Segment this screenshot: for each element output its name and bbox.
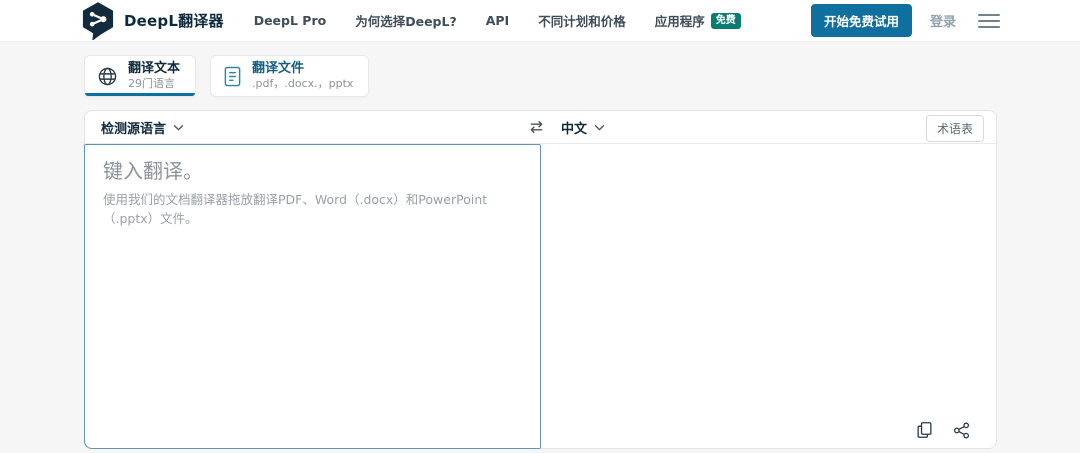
brand-title: DeepL翻译器 [124, 10, 224, 31]
source-language-selector[interactable]: 检测源语言 [101, 118, 184, 137]
share-icon[interactable] [953, 421, 970, 439]
nav-item-apps[interactable]: 应用程序 免费 [655, 11, 741, 30]
input-placeholder-hint: 使用我们的文档翻译器拖放翻译PDF、Word（.docx）和PowerPoint… [103, 191, 522, 229]
target-language-label: 中文 [561, 118, 587, 137]
mode-tabs: 翻译文本 29门语言 翻译文件 .pdf，.docx.，pptx [84, 55, 369, 97]
free-badge: 免费 [711, 13, 741, 29]
input-placeholder-title: 键入翻译。 [103, 158, 522, 184]
deepl-logo-icon [80, 2, 116, 40]
nav-item-apps-label: 应用程序 [655, 11, 705, 30]
center-language-group: 中文 [529, 118, 605, 137]
deepl-logo[interactable]: DeepL翻译器 [80, 2, 224, 40]
nav-item-pricing[interactable]: 不同计划和价格 [538, 11, 626, 30]
hamburger-menu-icon[interactable] [978, 11, 1000, 31]
output-actions [916, 421, 970, 439]
chevron-down-icon [594, 124, 605, 131]
glossary-button[interactable]: 术语表 [926, 115, 984, 142]
translation-output [541, 144, 996, 448]
tab-translate-text-subtitle: 29门语言 [128, 77, 180, 91]
translator-card: 检测源语言 中文 术语表 键入翻译。 使用我们的文档翻 [84, 110, 997, 449]
tab-translate-text-title: 翻译文本 [128, 61, 180, 77]
copy-icon[interactable] [916, 421, 933, 439]
target-language-selector[interactable]: 中文 [561, 118, 605, 137]
nav-item-deepl-pro[interactable]: DeepL Pro [254, 13, 327, 28]
source-text-input[interactable]: 键入翻译。 使用我们的文档翻译器拖放翻译PDF、Word（.docx）和Powe… [84, 144, 541, 449]
language-bar: 检测源语言 中文 术语表 [85, 111, 996, 144]
nav-item-api[interactable]: API [486, 13, 510, 28]
active-tab-indicator [85, 93, 195, 96]
tab-translate-files-subtitle: .pdf，.docx.，pptx [252, 77, 353, 91]
nav-right: 开始免费试用 登录 [811, 4, 1000, 37]
source-language-label: 检测源语言 [101, 118, 166, 137]
swap-languages-icon[interactable] [529, 120, 544, 134]
chevron-down-icon [173, 124, 184, 131]
nav-menu: DeepL Pro 为何选择DeepL? API 不同计划和价格 应用程序 免费 [254, 11, 741, 30]
tab-translate-text[interactable]: 翻译文本 29门语言 [84, 55, 196, 97]
tab-translate-files-title: 翻译文件 [252, 61, 353, 77]
top-navbar: DeepL翻译器 DeepL Pro 为何选择DeepL? API 不同计划和价… [0, 0, 1080, 42]
nav-item-why-deepl[interactable]: 为何选择DeepL? [355, 11, 457, 30]
tab-translate-files[interactable]: 翻译文件 .pdf，.docx.，pptx [210, 55, 369, 97]
login-link[interactable]: 登录 [930, 11, 956, 30]
globe-icon [97, 66, 118, 87]
document-icon [223, 66, 242, 87]
translator-body: 键入翻译。 使用我们的文档翻译器拖放翻译PDF、Word（.docx）和Powe… [85, 144, 996, 448]
start-free-trial-button[interactable]: 开始免费试用 [811, 4, 912, 37]
